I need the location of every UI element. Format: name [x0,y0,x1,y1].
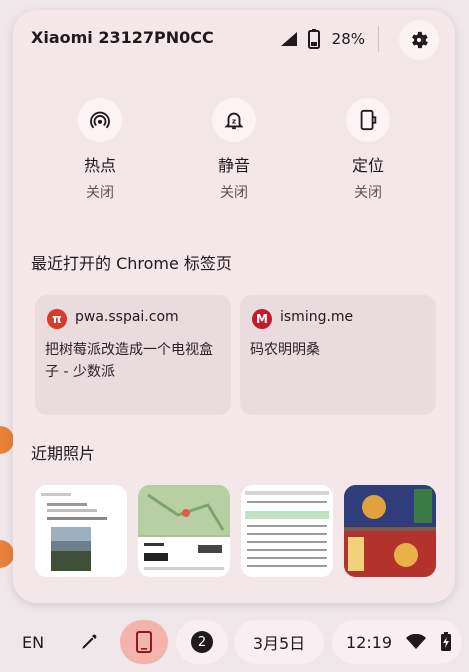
gear-icon [412,31,428,49]
stylus-button[interactable] [64,620,114,664]
ime-button[interactable]: EN [10,620,56,664]
tab-title: 码农明明桑 [250,342,320,358]
tile-hotspot[interactable]: 热点 关闭 [45,98,155,202]
phone-hub-panel: Xiaomi 23127PN0CC 28% 热点 关闭 z 静音 关闭 定位 关… [13,10,455,603]
wifi-icon [406,634,427,649]
settings-button[interactable] [399,20,439,60]
favicon-icon: M [252,309,272,329]
desktop-app-badge [0,540,14,568]
tile-location[interactable]: 定位 关闭 [313,98,423,202]
tile-state: 关闭 [86,185,114,201]
photo-thumbnail[interactable] [241,485,333,577]
photo-thumbnail[interactable] [344,485,436,577]
phone-hub-button[interactable] [120,620,168,664]
header-divider [378,26,379,52]
recent-tab-card[interactable]: π pwa.sspai.com 把树莓派改造成一个电视盒子 - 少数派 [35,295,231,415]
photo-thumbnail[interactable] [35,485,127,577]
phone-icon [136,631,152,653]
tab-domain: isming.me [280,309,354,325]
battery-icon [307,29,320,49]
date-label: 3月5日 [252,634,306,653]
battery-percent: 28% [331,30,365,48]
notification-count: 2 [191,631,213,653]
notification-button[interactable]: 2 [176,620,228,664]
tile-label: 静音 [217,156,250,175]
phone-status: 28% [280,29,365,49]
recent-tabs-title: 最近打开的 Chrome 标签页 [31,254,232,273]
quick-actions: 热点 关闭 z 静音 关闭 定位 关闭 [13,98,455,208]
svg-text:z: z [232,117,236,126]
device-name: Xiaomi 23127PN0CC [31,28,214,47]
recent-photos-title: 近期照片 [31,444,96,463]
favicon-icon: π [47,309,67,329]
silent-bell-icon: z [212,98,256,142]
pen-icon [82,634,97,649]
cellular-signal-icon [280,32,297,46]
tile-state: 关闭 [220,185,248,201]
desktop-app-badge [0,426,14,454]
tile-label: 定位 [351,156,384,175]
time-label: 12:19 [346,632,393,652]
date-button[interactable]: 3月5日 [234,620,324,664]
photo-thumbnail[interactable] [138,485,230,577]
system-tray[interactable]: 12:19 [332,620,462,664]
battery-charging-icon [441,632,452,651]
tile-silent[interactable]: z 静音 关闭 [179,98,289,202]
tab-domain: pwa.sspai.com [75,309,179,325]
recent-tab-card[interactable]: M isming.me 码农明明桑 [240,295,436,415]
tab-title: 把树莓派改造成一个电视盒子 - 少数派 [45,342,213,380]
hotspot-icon [78,98,122,142]
shelf: EN 2 3月5日 12:19 [0,612,469,672]
location-phone-icon [346,98,390,142]
tile-label: 热点 [83,156,116,175]
tile-state: 关闭 [354,185,382,201]
ime-label: EN [21,632,45,652]
